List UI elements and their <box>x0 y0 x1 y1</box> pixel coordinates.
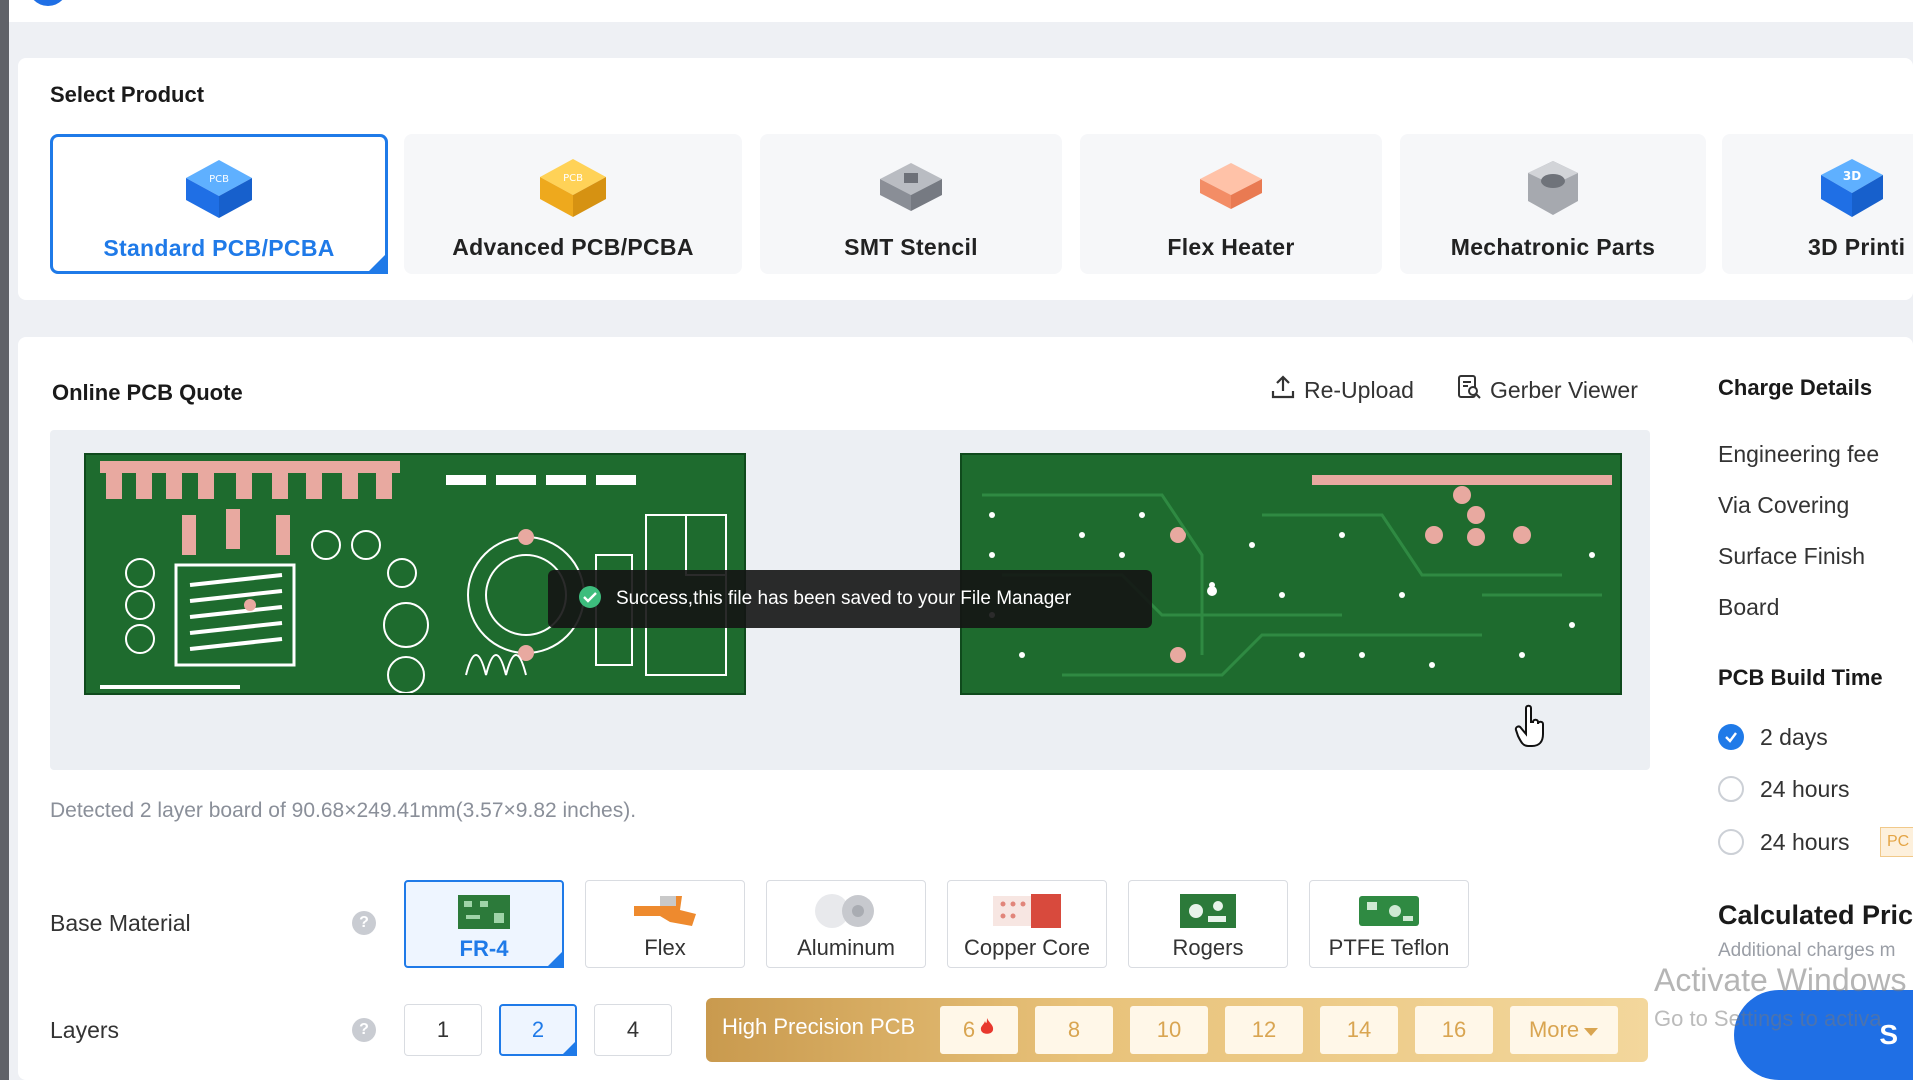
windows-activation-watermark: Activate Windows <box>1654 962 1907 998</box>
layer-option-label: 6 <box>962 1017 976 1042</box>
build-time-tag: PC <box>1880 827 1913 857</box>
gold-chip-icon: PCB <box>535 150 611 226</box>
layer-option-6[interactable]: 6 <box>940 1006 1018 1054</box>
hand-cursor-icon <box>1514 704 1548 753</box>
product-3d-printing[interactable]: 3D 3D Printi <box>1722 134 1913 274</box>
layers-label: Layers <box>50 1017 120 1043</box>
top-header-strip <box>0 0 1913 22</box>
fr4-board-icon <box>456 892 512 932</box>
high-precision-label: High Precision PCB <box>722 1014 916 1039</box>
material-copper-core[interactable]: Copper Core <box>947 880 1107 968</box>
more-layers-dropdown[interactable]: More <box>1510 1006 1618 1054</box>
material-label: Flex <box>644 935 686 960</box>
caret-down-icon <box>1583 1017 1599 1043</box>
product-mechatronic-parts[interactable]: Mechatronic Parts <box>1400 134 1706 274</box>
charge-item-board: Board <box>1718 594 1780 620</box>
toast-message: Success,this file has been saved to your… <box>616 588 1072 609</box>
svg-text:PCB: PCB <box>563 173 583 184</box>
flex-cable-icon <box>630 891 700 931</box>
build-time-radio-2-days[interactable] <box>1718 724 1744 750</box>
more-label: More <box>1528 1017 1580 1042</box>
base-material-label: Base Material <box>50 910 191 936</box>
material-ptfe-teflon[interactable]: PTFE Teflon <box>1309 880 1469 968</box>
charge-item-engineering-fee: Engineering fee <box>1718 441 1880 467</box>
base-material-help-icon[interactable]: ? <box>352 911 376 935</box>
svg-text:3D: 3D <box>1843 169 1861 183</box>
submit-button[interactable]: S <box>1734 990 1913 1080</box>
copper-core-icon <box>989 891 1065 931</box>
product-flex-heater[interactable]: Flex Heater <box>1080 134 1382 274</box>
layer-option-4[interactable]: 4 <box>594 1004 672 1056</box>
layers-help-icon[interactable]: ? <box>352 1018 376 1042</box>
material-fr4[interactable]: FR-4 <box>404 880 564 968</box>
build-time-label: 24 hours <box>1760 776 1850 802</box>
material-rogers[interactable]: Rogers <box>1128 880 1288 968</box>
layer-option-2[interactable]: 2 <box>499 1004 577 1056</box>
check-circle-icon <box>578 585 602 614</box>
online-pcb-quote-title: Online PCB Quote <box>52 380 243 405</box>
svg-text:PCB: PCB <box>209 174 229 185</box>
product-label: Mechatronic Parts <box>1450 234 1656 260</box>
upload-icon <box>1270 374 1296 406</box>
build-time-radio-24-hours-2[interactable] <box>1718 829 1744 855</box>
layer-option-1[interactable]: 1 <box>404 1004 482 1056</box>
material-label: Copper Core <box>964 935 1090 960</box>
product-label: SMT Stencil <box>844 234 978 260</box>
layer-option-12[interactable]: 12 <box>1225 1006 1303 1054</box>
stencil-icon <box>873 150 949 226</box>
re-upload-label: Re-Upload <box>1304 376 1414 403</box>
page: Select Product PCB Standard PCB/PCBA PCB… <box>0 0 1913 1080</box>
product-standard-pcb[interactable]: PCB Standard PCB/PCBA <box>50 134 388 274</box>
detected-board-info: Detected 2 layer board of 90.68×249.41mm… <box>50 799 637 822</box>
layer-option-14[interactable]: 14 <box>1320 1006 1398 1054</box>
layer-option-label: 2 <box>531 1017 545 1042</box>
selected-corner-mark <box>366 252 388 274</box>
layer-option-16[interactable]: 16 <box>1415 1006 1493 1054</box>
calculated-price-subtitle: Additional charges m <box>1718 940 1896 961</box>
charge-details-title: Charge Details <box>1718 375 1873 400</box>
product-smt-stencil[interactable]: SMT Stencil <box>760 134 1062 274</box>
material-aluminum[interactable]: Aluminum <box>766 880 926 968</box>
windows-activation-subtext: Go to Settings to activa <box>1654 1006 1882 1031</box>
pcb-chip-icon: PCB <box>181 151 257 227</box>
gerber-viewer-icon <box>1456 374 1482 406</box>
site-logo-icon[interactable] <box>28 0 68 6</box>
nut-icon <box>1515 150 1591 226</box>
3d-cube-icon: 3D <box>1814 150 1890 226</box>
select-product-title: Select Product <box>50 82 205 107</box>
build-time-radio-24-hours[interactable] <box>1718 776 1744 802</box>
gerber-viewer-button[interactable]: Gerber Viewer <box>1456 374 1638 406</box>
material-label: Rogers <box>1172 935 1244 960</box>
rogers-board-icon <box>1178 891 1238 931</box>
aluminum-disc-icon <box>808 891 884 931</box>
heater-icon <box>1193 150 1269 226</box>
material-flex[interactable]: Flex <box>585 880 745 968</box>
build-time-label: 24 hours <box>1760 829 1850 855</box>
pcb-build-time-title: PCB Build Time <box>1718 665 1883 690</box>
re-upload-button[interactable]: Re-Upload <box>1270 374 1414 406</box>
product-label: Standard PCB/PCBA <box>103 235 335 261</box>
material-label: FR-4 <box>459 936 509 961</box>
material-label: PTFE Teflon <box>1328 935 1450 960</box>
calculated-price-title: Calculated Pric <box>1718 900 1913 930</box>
product-advanced-pcb[interactable]: PCB Advanced PCB/PCBA <box>404 134 742 274</box>
product-label: 3D Printi <box>1808 234 1906 260</box>
product-label: Flex Heater <box>1167 234 1295 260</box>
gerber-viewer-label: Gerber Viewer <box>1490 376 1638 403</box>
hot-flame-icon <box>979 1017 995 1043</box>
material-label: Aluminum <box>797 935 895 960</box>
layer-option-8[interactable]: 8 <box>1035 1006 1113 1054</box>
charge-item-surface-finish: Surface Finish <box>1718 543 1866 569</box>
success-toast: Success,this file has been saved to your… <box>548 570 1152 628</box>
build-time-label: 2 days <box>1760 724 1828 750</box>
selected-corner-mark <box>546 950 564 968</box>
charge-item-via-covering: Via Covering <box>1718 492 1850 518</box>
window-left-edge <box>0 0 9 1080</box>
product-label: Advanced PCB/PCBA <box>452 234 694 260</box>
layer-option-10[interactable]: 10 <box>1130 1006 1208 1054</box>
selected-corner-mark <box>561 1040 577 1056</box>
ptfe-board-icon <box>1357 891 1421 931</box>
